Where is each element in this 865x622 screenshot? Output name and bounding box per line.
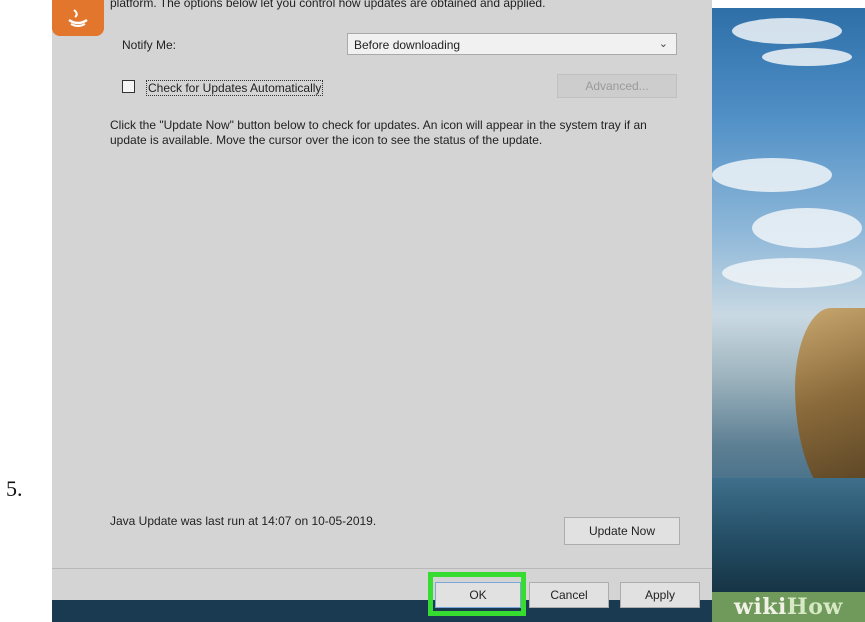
java-logo-icon [52,0,104,36]
update-now-button[interactable]: Update Now [564,517,680,545]
notify-me-select[interactable]: Before downloading ⌄ [347,33,677,55]
notify-me-value: Before downloading [354,38,461,52]
notify-me-label: Notify Me: [122,38,177,52]
watermark-wiki: wiki [734,594,787,620]
java-update-dialog: platform. The options below let you cont… [52,0,712,608]
intro-text: platform. The options below let you cont… [110,0,546,10]
apply-button[interactable]: Apply [620,582,700,608]
advanced-button: Advanced... [557,74,677,98]
desktop-wallpaper [712,8,865,600]
wikihow-watermark: wikiHow [712,592,865,622]
chevron-down-icon: ⌄ [658,38,668,50]
update-description: Click the "Update Now" button below to c… [110,118,647,147]
check-updates-auto-label[interactable]: Check for Updates Automatically [146,80,324,96]
taskbar-strip [52,600,712,622]
step-number: 5. [6,476,23,501]
footer-separator [52,568,712,569]
check-updates-auto-checkbox[interactable] [122,80,135,93]
last-run-text: Java Update was last run at 14:07 on 10-… [110,514,377,528]
cancel-button[interactable]: Cancel [529,582,609,608]
watermark-how: How [786,594,843,620]
ok-highlight-box [428,572,526,616]
